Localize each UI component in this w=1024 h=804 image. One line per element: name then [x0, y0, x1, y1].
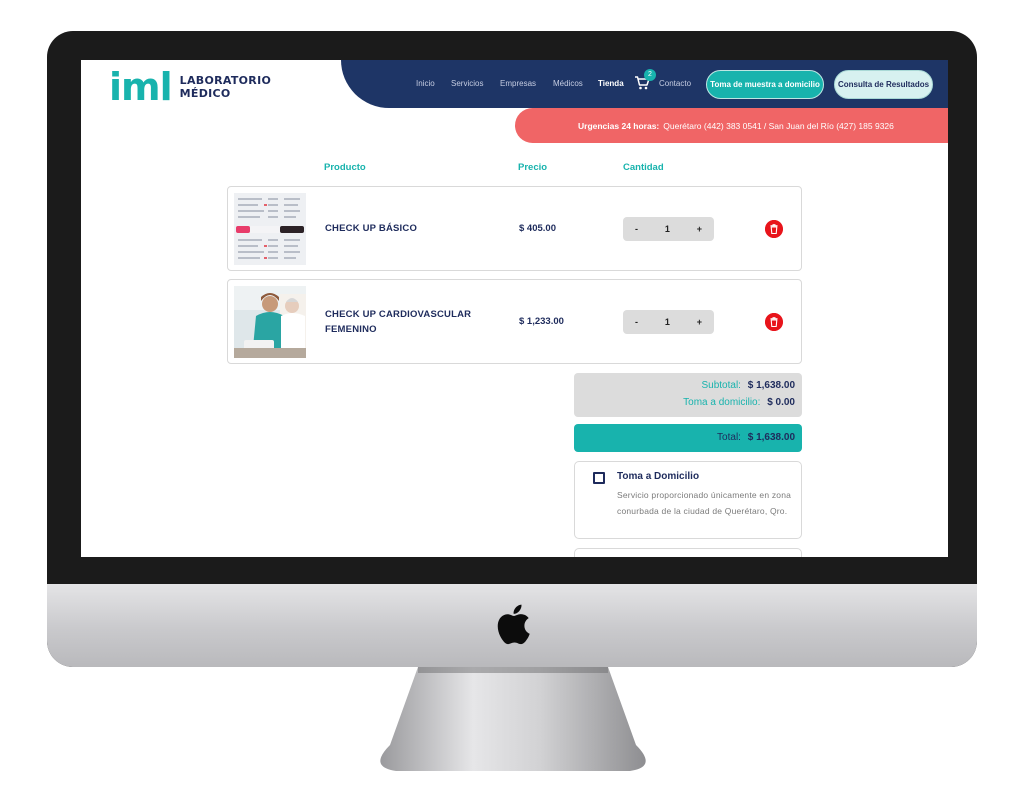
quantity-stepper: - 1 + — [623, 217, 714, 241]
decrease-button[interactable]: - — [635, 317, 638, 327]
product-name[interactable]: CHECK UP BÁSICO — [325, 221, 417, 236]
home-sample-button[interactable]: Toma de muestra a domicilio — [706, 70, 824, 99]
total-box: Total: $ 1,638.00 — [574, 424, 802, 452]
home-fee-label: Toma a domicilio: — [683, 397, 761, 408]
nav-tienda[interactable]: Tienda — [598, 79, 624, 88]
product-price: $ 405.00 — [519, 223, 556, 234]
nav-medicos[interactable]: Médicos — [553, 79, 583, 88]
product-thumbnail — [234, 193, 306, 265]
logo-mark: iml — [109, 65, 173, 109]
increase-button[interactable]: + — [697, 224, 702, 234]
nav-inicio[interactable]: Inicio — [416, 79, 435, 88]
nav-empresas[interactable]: Empresas — [500, 79, 536, 88]
total-value: $ 1,638.00 — [747, 432, 795, 443]
trash-icon[interactable] — [765, 220, 783, 238]
total-label: Total: — [717, 432, 741, 443]
option-description: Servicio proporcionado únicamente en zon… — [617, 490, 792, 516]
logo-line-2: MÉDICO — [179, 87, 231, 100]
subtotal-label: Subtotal: — [701, 380, 741, 391]
quantity-value[interactable]: 1 — [665, 317, 670, 327]
cart-count-badge: 2 — [644, 69, 656, 81]
trash-icon[interactable] — [765, 313, 783, 331]
logo-line-1: LABORATORIO — [179, 74, 272, 87]
product-price: $ 1,233.00 — [519, 316, 564, 327]
nav-contacto[interactable]: Contacto — [659, 79, 691, 88]
increase-button[interactable]: + — [697, 317, 702, 327]
nav-servicios[interactable]: Servicios — [451, 79, 483, 88]
product-name[interactable]: CHECK UP CARDIOVASCULAR FEMENINO — [325, 307, 485, 337]
quantity-value[interactable]: 1 — [665, 224, 670, 234]
header-price: Precio — [518, 162, 548, 173]
header-product: Producto — [324, 162, 366, 173]
product-thumbnail — [234, 286, 306, 358]
home-fee-value: $ 0.00 — [767, 397, 795, 408]
decrease-button[interactable]: - — [635, 224, 638, 234]
urgent-phones: Querétaro (442) 383 0541 / San Juan del … — [663, 120, 894, 131]
apple-logo-icon — [497, 604, 530, 645]
logo-text: LABORATORIO MÉDICO — [180, 74, 271, 100]
next-option-box[interactable] — [574, 548, 802, 557]
quantity-stepper: - 1 + — [623, 310, 714, 334]
browser-screen: iml LABORATORIO MÉDICO Inicio Servicios … — [81, 60, 948, 557]
results-button[interactable]: Consulta de Resultados — [834, 70, 933, 99]
cart-row: CHECK UP CARDIOVASCULAR FEMENINO $ 1,233… — [227, 279, 802, 364]
main-nav: Inicio Servicios Empresas Médicos Tienda… — [341, 60, 948, 108]
cart-row: CHECK UP BÁSICO $ 405.00 - 1 + — [227, 186, 802, 271]
option-title: Toma a Domicilio — [617, 471, 700, 482]
subtotal-box: Subtotal: $ 1,638.00 Toma a domicilio: $… — [574, 373, 802, 417]
subtotal-value: $ 1,638.00 — [747, 380, 795, 391]
subtotal-line: Subtotal: $ 1,638.00 — [701, 380, 795, 391]
home-sample-checkbox[interactable] — [593, 472, 605, 484]
urgent-banner: Urgencias 24 horas: Querétaro (442) 383 … — [515, 108, 948, 143]
total-line: Total: $ 1,638.00 — [717, 432, 795, 443]
home-fee-line: Toma a domicilio: $ 0.00 — [683, 397, 795, 408]
imac-stand — [380, 667, 646, 771]
urgent-label: Urgencias 24 horas: — [578, 120, 660, 131]
site-logo[interactable]: iml LABORATORIO MÉDICO — [109, 68, 271, 106]
home-sample-option[interactable]: Toma a Domicilio Servicio proporcionado … — [574, 461, 802, 539]
header-quantity: Cantidad — [623, 162, 664, 173]
